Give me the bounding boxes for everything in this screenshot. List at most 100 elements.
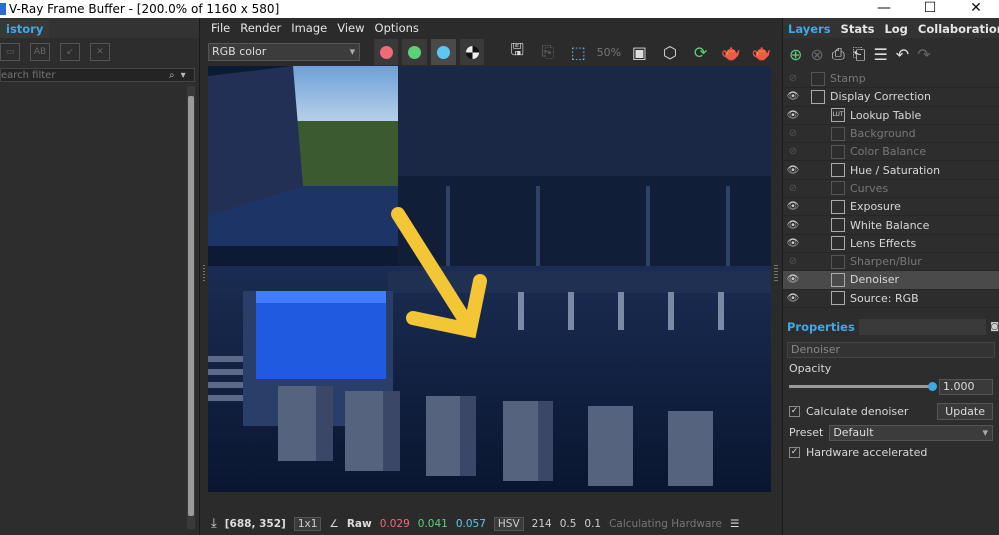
- tab-history[interactable]: istory: [0, 20, 50, 38]
- layer-row[interactable]: ⊘ Sharpen/Blur: [783, 253, 999, 272]
- eye-icon[interactable]: 👁: [783, 274, 803, 285]
- eye-icon[interactable]: ⊘: [783, 128, 803, 139]
- layer-row[interactable]: 👁 Lens Effects: [783, 235, 999, 253]
- history-search-input[interactable]: [1, 69, 161, 81]
- layer-name: Hue / Saturation: [850, 163, 941, 177]
- eye-icon[interactable]: 👁: [783, 220, 803, 231]
- delete-layer-icon[interactable]: ⊗: [810, 45, 823, 64]
- title-bar: V-Ray Frame Buffer - [200.0% of 1160 x 5…: [0, 0, 999, 18]
- layer-row[interactable]: 👁 White Balance: [783, 216, 999, 235]
- layer-lens-icon: [831, 236, 845, 251]
- preset-row: Preset Default: [783, 424, 999, 442]
- undo-icon[interactable]: ↶: [896, 45, 909, 64]
- history-load-icon[interactable]: ↙: [60, 43, 80, 61]
- search-icon[interactable]: ⌕: [169, 70, 175, 81]
- blue-dot-icon: [436, 45, 450, 59]
- menu-view[interactable]: View: [337, 21, 364, 35]
- tab-log[interactable]: Log: [879, 20, 912, 38]
- layer-exp-icon: [831, 199, 845, 214]
- add-layer-icon[interactable]: ⊕: [789, 45, 802, 64]
- right-splitter-handle[interactable]: [774, 265, 778, 283]
- render-options-icon[interactable]: 🫖: [748, 39, 775, 65]
- search-options-icon[interactable]: ▾: [181, 70, 186, 81]
- save-layers-icon[interactable]: ⎙: [832, 44, 845, 64]
- layer-row[interactable]: 👁 Source: RGB: [783, 290, 999, 308]
- tab-collaboration[interactable]: Collaboration: [913, 20, 999, 38]
- layer-bg-icon: [831, 126, 845, 141]
- render-viewport[interactable]: [208, 66, 771, 492]
- tab-stats[interactable]: Stats: [836, 20, 880, 38]
- history-delete-icon[interactable]: ✕: [90, 43, 110, 61]
- follow-mouse-icon[interactable]: ▣: [626, 39, 653, 65]
- layer-row[interactable]: ⊘ Color Balance: [783, 143, 999, 162]
- layer-row[interactable]: 👁 Display Correction: [783, 88, 999, 107]
- eye-icon[interactable]: ⊘: [783, 183, 803, 194]
- blue-channel-button[interactable]: [431, 39, 456, 65]
- log-icon[interactable]: ☰: [730, 518, 739, 530]
- layer-row[interactable]: 👁 Exposure: [783, 198, 999, 217]
- eye-icon[interactable]: ⊘: [783, 73, 803, 84]
- redo-icon[interactable]: ↷: [917, 45, 930, 64]
- update-button[interactable]: Update: [937, 403, 993, 421]
- colorspace-select[interactable]: HSV: [493, 516, 524, 531]
- region-render-icon[interactable]: ⬚: [565, 39, 592, 65]
- history-ab-compare-icon[interactable]: AB: [30, 43, 50, 61]
- layer-row[interactable]: 👁 LUT Lookup Table: [783, 107, 999, 125]
- menu-file[interactable]: File: [211, 21, 230, 35]
- eye-icon[interactable]: 👁: [783, 238, 803, 249]
- color-picker-icon[interactable]: ∠: [329, 518, 338, 530]
- maximize-button[interactable]: ☐: [907, 0, 953, 18]
- red-channel-button[interactable]: [373, 39, 399, 65]
- minimize-button[interactable]: —: [861, 0, 907, 18]
- render-icon[interactable]: 🫖: [718, 39, 745, 65]
- green-channel-button[interactable]: [402, 39, 428, 65]
- layer-row[interactable]: ⊘ Stamp: [783, 70, 999, 89]
- menu-render[interactable]: Render: [240, 21, 281, 35]
- layer-name: Color Balance: [850, 145, 927, 159]
- eye-icon[interactable]: ⊘: [783, 256, 803, 267]
- opacity-slider[interactable]: [789, 382, 937, 392]
- layer-row[interactable]: ⊘ Curves: [783, 180, 999, 199]
- eye-icon[interactable]: 👁: [783, 165, 803, 176]
- menu-options[interactable]: Options: [375, 21, 419, 35]
- bucket-lock-icon[interactable]: ⬡: [657, 39, 684, 65]
- clear-image-icon[interactable]: ⎘: [534, 39, 561, 65]
- pixel-ratio-select[interactable]: 1x1: [293, 516, 322, 531]
- calc-denoiser-checkbox[interactable]: ✓: [789, 406, 800, 418]
- opacity-slider-knob[interactable]: [928, 382, 937, 392]
- zoom-badge[interactable]: 50%: [596, 39, 623, 65]
- layer-row[interactable]: ⊘ Background: [783, 125, 999, 144]
- history-toolbar: ▭ AB ↙ ✕: [0, 38, 199, 66]
- load-layers-icon[interactable]: ⎗: [853, 44, 866, 64]
- tab-layers[interactable]: Layers: [783, 20, 836, 38]
- layer-row[interactable]: 👁 Denoiser: [783, 271, 999, 290]
- menu-image[interactable]: Image: [291, 21, 327, 35]
- opacity-input[interactable]: 1.000: [939, 378, 993, 395]
- eye-icon[interactable]: 👁: [783, 201, 803, 212]
- layer-wb-icon: [831, 218, 845, 233]
- layer-name-field[interactable]: Denoiser: [787, 341, 995, 358]
- layer-LUT-icon: LUT: [831, 108, 845, 123]
- channel-select[interactable]: RGB color: [208, 43, 361, 61]
- history-save-icon[interactable]: ▭: [0, 43, 20, 61]
- eye-icon[interactable]: ⊘: [783, 146, 803, 157]
- layer-row[interactable]: 👁 Hue / Saturation: [783, 161, 999, 180]
- interactive-render-icon[interactable]: ⟳: [687, 39, 714, 65]
- alpha-channel-button[interactable]: [459, 39, 485, 65]
- pixel-lock-icon[interactable]: ⤓: [211, 516, 217, 531]
- layer-name: Exposure: [850, 200, 901, 214]
- eye-icon[interactable]: 👁: [783, 91, 803, 102]
- save-image-icon[interactable]: 🖫: [504, 39, 531, 65]
- layer-list-icon[interactable]: ☰: [873, 45, 887, 64]
- layer-name: Background: [850, 127, 916, 141]
- hw-accelerated-checkbox[interactable]: ✓: [789, 447, 800, 459]
- properties-header: Properties ◙: [783, 318, 999, 336]
- properties-toggle-icon[interactable]: ◙: [990, 322, 999, 332]
- preset-select[interactable]: Default: [829, 424, 993, 441]
- eye-icon[interactable]: 👁: [783, 110, 803, 121]
- eye-icon[interactable]: 👁: [783, 293, 803, 304]
- history-scrollbar[interactable]: [187, 86, 195, 529]
- close-button[interactable]: ✕: [953, 0, 999, 18]
- saturation-value: 0.5: [559, 517, 577, 530]
- value-value: 0.1: [584, 517, 602, 530]
